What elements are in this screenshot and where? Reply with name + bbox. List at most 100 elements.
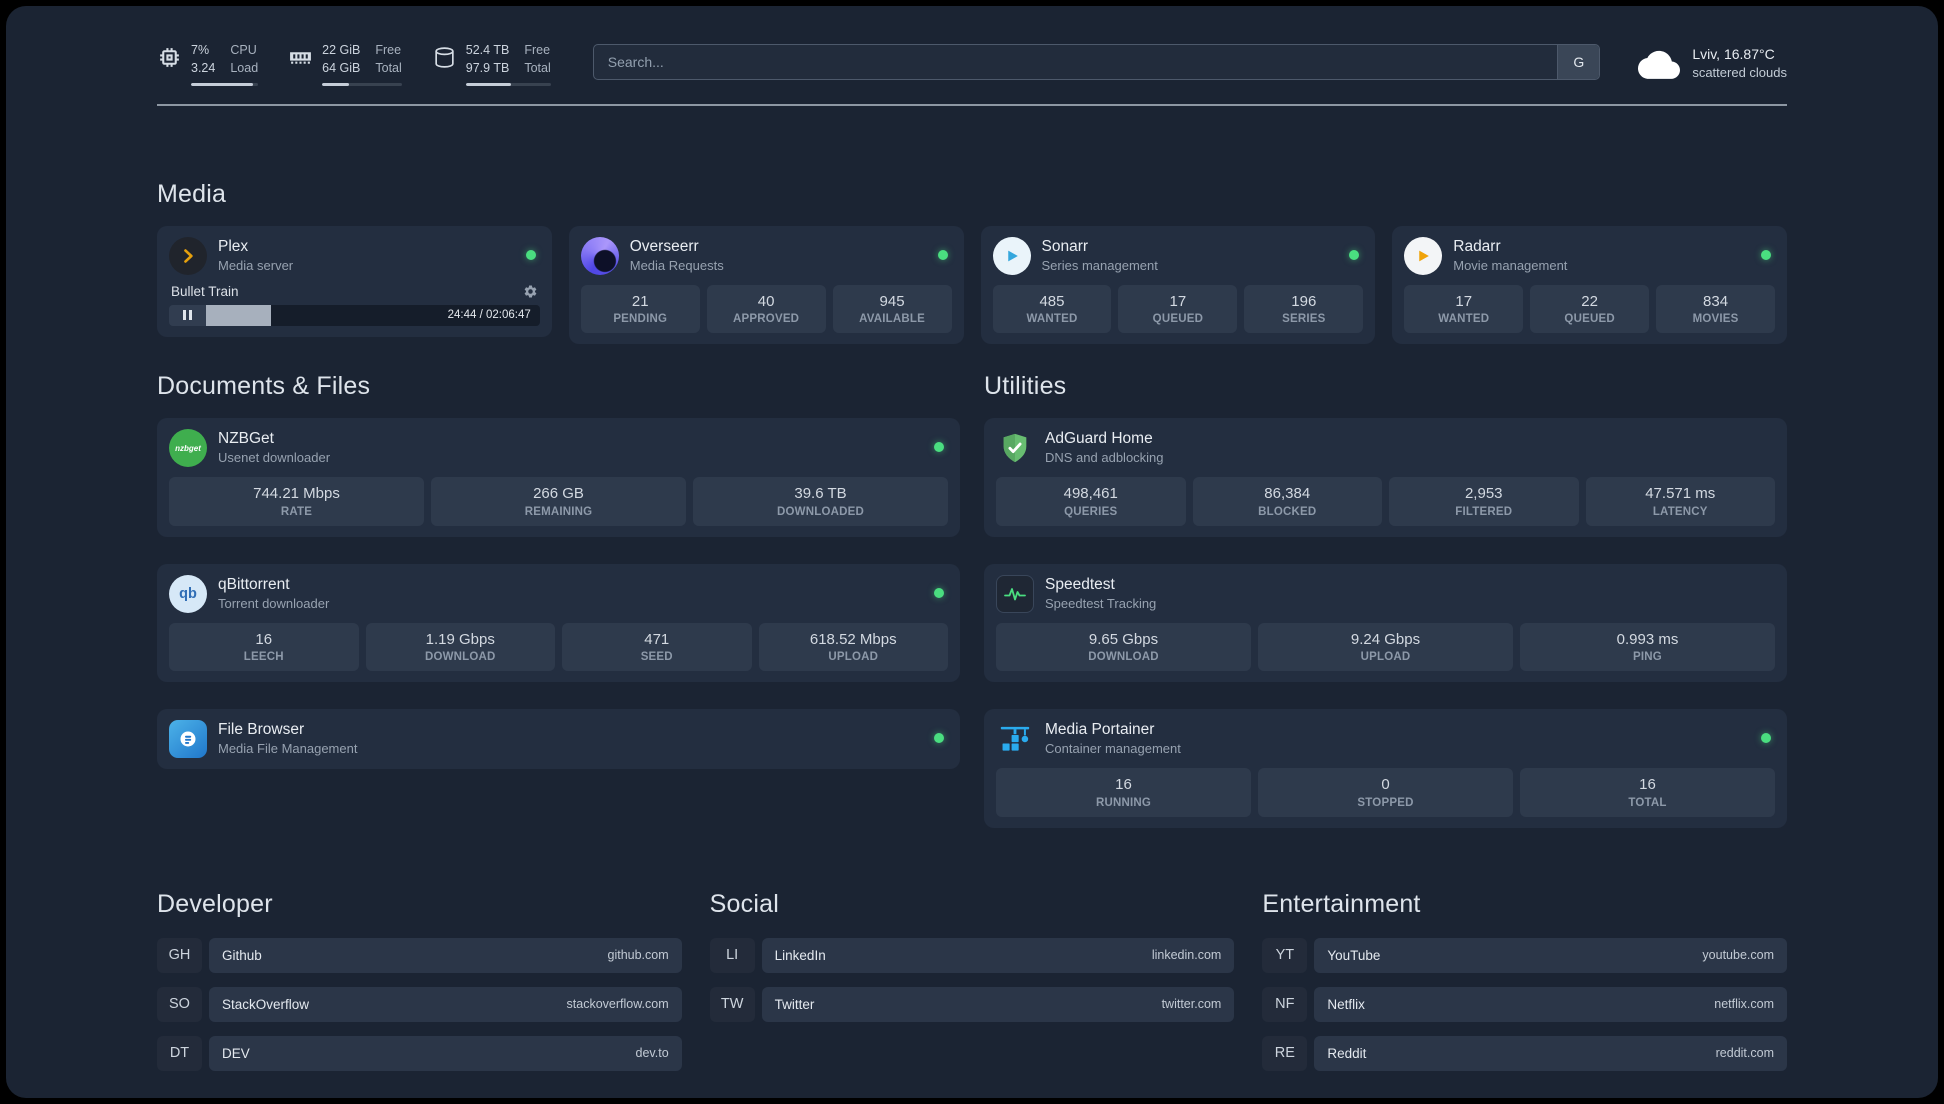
stat-value: 22 bbox=[1581, 292, 1598, 310]
service-link-plex[interactable]: Plex Media server bbox=[169, 236, 540, 275]
stat-value: 16 bbox=[255, 630, 273, 648]
radarr-icon bbox=[1404, 236, 1443, 275]
bookmark-name: Github bbox=[222, 947, 262, 963]
middle-sections: Documents & Files nzbget NZBGet Usenet d… bbox=[157, 372, 1787, 828]
stat-value: 498,461 bbox=[1063, 485, 1118, 502]
stat-value: 196 bbox=[1291, 292, 1317, 310]
playback-progress-fill bbox=[206, 304, 272, 326]
stat-value: 17 bbox=[1455, 292, 1473, 310]
section-title-media: Media bbox=[157, 179, 227, 208]
weather-location: Lviv, 16.87°C bbox=[1692, 46, 1775, 62]
service-link-filebrowser[interactable]: File Browser Media File Management bbox=[169, 720, 948, 758]
bookmark-link[interactable]: Reddit reddit.com bbox=[1314, 1035, 1787, 1071]
cpu-labels: CPU Load bbox=[230, 42, 258, 78]
stat: 39.6 TB DOWNLOADED bbox=[693, 477, 948, 526]
stat-value: 86,384 bbox=[1264, 485, 1311, 502]
stat: 945 AVAILABLE bbox=[832, 284, 952, 333]
cpu-percent: 7% bbox=[191, 43, 210, 57]
stat: 744.21 Mbps RATE bbox=[169, 477, 424, 526]
memory-widget: 22 GiB 64 GiB Free Total bbox=[288, 42, 402, 86]
section-title-documents: Documents & Files bbox=[157, 372, 371, 400]
service-name: Media Portainer bbox=[1045, 721, 1155, 739]
service-name: Radarr bbox=[1453, 237, 1501, 255]
sonarr-icon bbox=[992, 236, 1031, 275]
status-dot bbox=[934, 587, 944, 598]
bookmark-link[interactable]: DEV dev.to bbox=[209, 1035, 682, 1071]
service-name: File Browser bbox=[218, 721, 305, 739]
service-link-radarr[interactable]: Radarr Movie management bbox=[1404, 236, 1775, 275]
stat-value: 9.24 Gbps bbox=[1350, 630, 1421, 648]
stat-value: 2,953 bbox=[1464, 485, 1503, 502]
stat: 16 RUNNING bbox=[996, 768, 1251, 817]
service-link-speedtest[interactable]: Speedtest Speedtest Tracking bbox=[996, 574, 1775, 613]
bookmark-domain: reddit.com bbox=[1715, 1046, 1774, 1060]
bookmark-name: Reddit bbox=[1327, 1045, 1367, 1061]
bookmark-link[interactable]: StackOverflow stackoverflow.com bbox=[209, 986, 682, 1022]
service-link-overseerr[interactable]: Overseerr Media Requests bbox=[580, 236, 952, 275]
stat-label: AVAILABLE bbox=[859, 313, 925, 325]
service-link-qbittorrent[interactable]: qb qBittorrent Torrent downloader bbox=[169, 574, 948, 613]
service-name: Speedtest bbox=[1045, 575, 1115, 593]
section-title-developer: Developer bbox=[157, 889, 273, 918]
service-card-nzbget: nzbget NZBGet Usenet downloader 744.21 M… bbox=[157, 418, 960, 537]
pause-button[interactable] bbox=[169, 304, 206, 326]
stat-value: 266 GB bbox=[533, 485, 584, 502]
bookmark-link[interactable]: Netflix netflix.com bbox=[1314, 986, 1787, 1022]
service-name: AdGuard Home bbox=[1045, 430, 1153, 448]
stat: 196 SERIES bbox=[1244, 284, 1364, 333]
bookmark-link[interactable]: Twitter twitter.com bbox=[761, 986, 1235, 1022]
stat-label: BLOCKED bbox=[1258, 505, 1317, 518]
stat-label: PING bbox=[1633, 651, 1662, 663]
bookmark-abbr: LI bbox=[710, 938, 755, 973]
stat-label: WANTED bbox=[1026, 313, 1078, 325]
stat: 0.993 ms PING bbox=[1520, 622, 1775, 671]
memory-free: 22 GiB bbox=[322, 43, 361, 57]
bookmark-link[interactable]: LinkedIn linkedin.com bbox=[761, 937, 1235, 973]
gear-icon[interactable] bbox=[523, 284, 538, 299]
cpu-label-bottom: Load bbox=[230, 60, 259, 75]
bookmark-domain: dev.to bbox=[635, 1046, 669, 1060]
cpu-progress-bar bbox=[191, 82, 259, 86]
section-documents: Documents & Files nzbget NZBGet Usenet d… bbox=[157, 372, 960, 769]
stat-value: 618.52 Mbps bbox=[809, 630, 897, 648]
service-description: Movie management bbox=[1453, 257, 1568, 273]
cpu-values: 7% 3.24 bbox=[191, 42, 215, 78]
service-link-nzbget[interactable]: nzbget NZBGet Usenet downloader bbox=[169, 429, 948, 467]
stat: 0 STOPPED bbox=[1258, 768, 1513, 817]
bookmark-reddit: RE Reddit reddit.com bbox=[1262, 1035, 1787, 1071]
bookmark-link[interactable]: YouTube youtube.com bbox=[1314, 937, 1787, 973]
service-card-filebrowser: File Browser Media File Management bbox=[157, 709, 960, 769]
search-engine-button[interactable]: G bbox=[1557, 45, 1600, 79]
bookmark-name: StackOverflow bbox=[222, 996, 310, 1012]
stat-label: DOWNLOAD bbox=[424, 651, 496, 663]
service-description: Speedtest Tracking bbox=[1045, 595, 1157, 611]
playback-progress-bar[interactable]: 24:44 / 02:06:47 bbox=[206, 304, 540, 326]
service-link-portainer[interactable]: Media Portainer Container management bbox=[996, 720, 1775, 758]
adguard-shield-icon bbox=[996, 429, 1034, 467]
service-description: Container management bbox=[1045, 741, 1181, 757]
bookmarks: Developer GH Github github.com SO StackO… bbox=[157, 890, 1787, 1085]
service-name: qBittorrent bbox=[218, 575, 290, 593]
stat-label: TOTAL bbox=[1628, 796, 1667, 809]
stat-value: 834 bbox=[1703, 292, 1729, 310]
service-link-sonarr[interactable]: Sonarr Series management bbox=[992, 236, 1364, 275]
stat: 47.571 ms LATENCY bbox=[1585, 477, 1775, 526]
service-card-portainer: Media Portainer Container management 16 … bbox=[984, 709, 1787, 828]
stat-label: SERIES bbox=[1282, 313, 1326, 325]
stat-value: 17 bbox=[1169, 292, 1187, 310]
stat-value: 47.571 ms bbox=[1645, 485, 1716, 502]
bookmark-abbr: TW bbox=[710, 987, 755, 1022]
section-title-social: Social bbox=[709, 889, 779, 918]
service-link-adguard[interactable]: AdGuard Home DNS and adblocking bbox=[996, 429, 1775, 467]
cpu-label-top: CPU bbox=[230, 43, 257, 57]
disk-total: 97.9 TB bbox=[465, 60, 510, 75]
stat-value: 0.993 ms bbox=[1616, 630, 1679, 648]
search-input[interactable] bbox=[593, 45, 1558, 79]
bookmark-link[interactable]: Github github.com bbox=[209, 937, 682, 973]
bookmark-linkedin: LI LinkedIn linkedin.com bbox=[710, 937, 1235, 973]
stat: 2,953 FILTERED bbox=[1389, 477, 1579, 526]
nzbget-icon-text: nzbget bbox=[175, 443, 201, 453]
bookmark-name: Netflix bbox=[1327, 996, 1365, 1012]
overseerr-icon bbox=[580, 236, 619, 275]
stat-label: DOWNLOADED bbox=[777, 505, 864, 518]
